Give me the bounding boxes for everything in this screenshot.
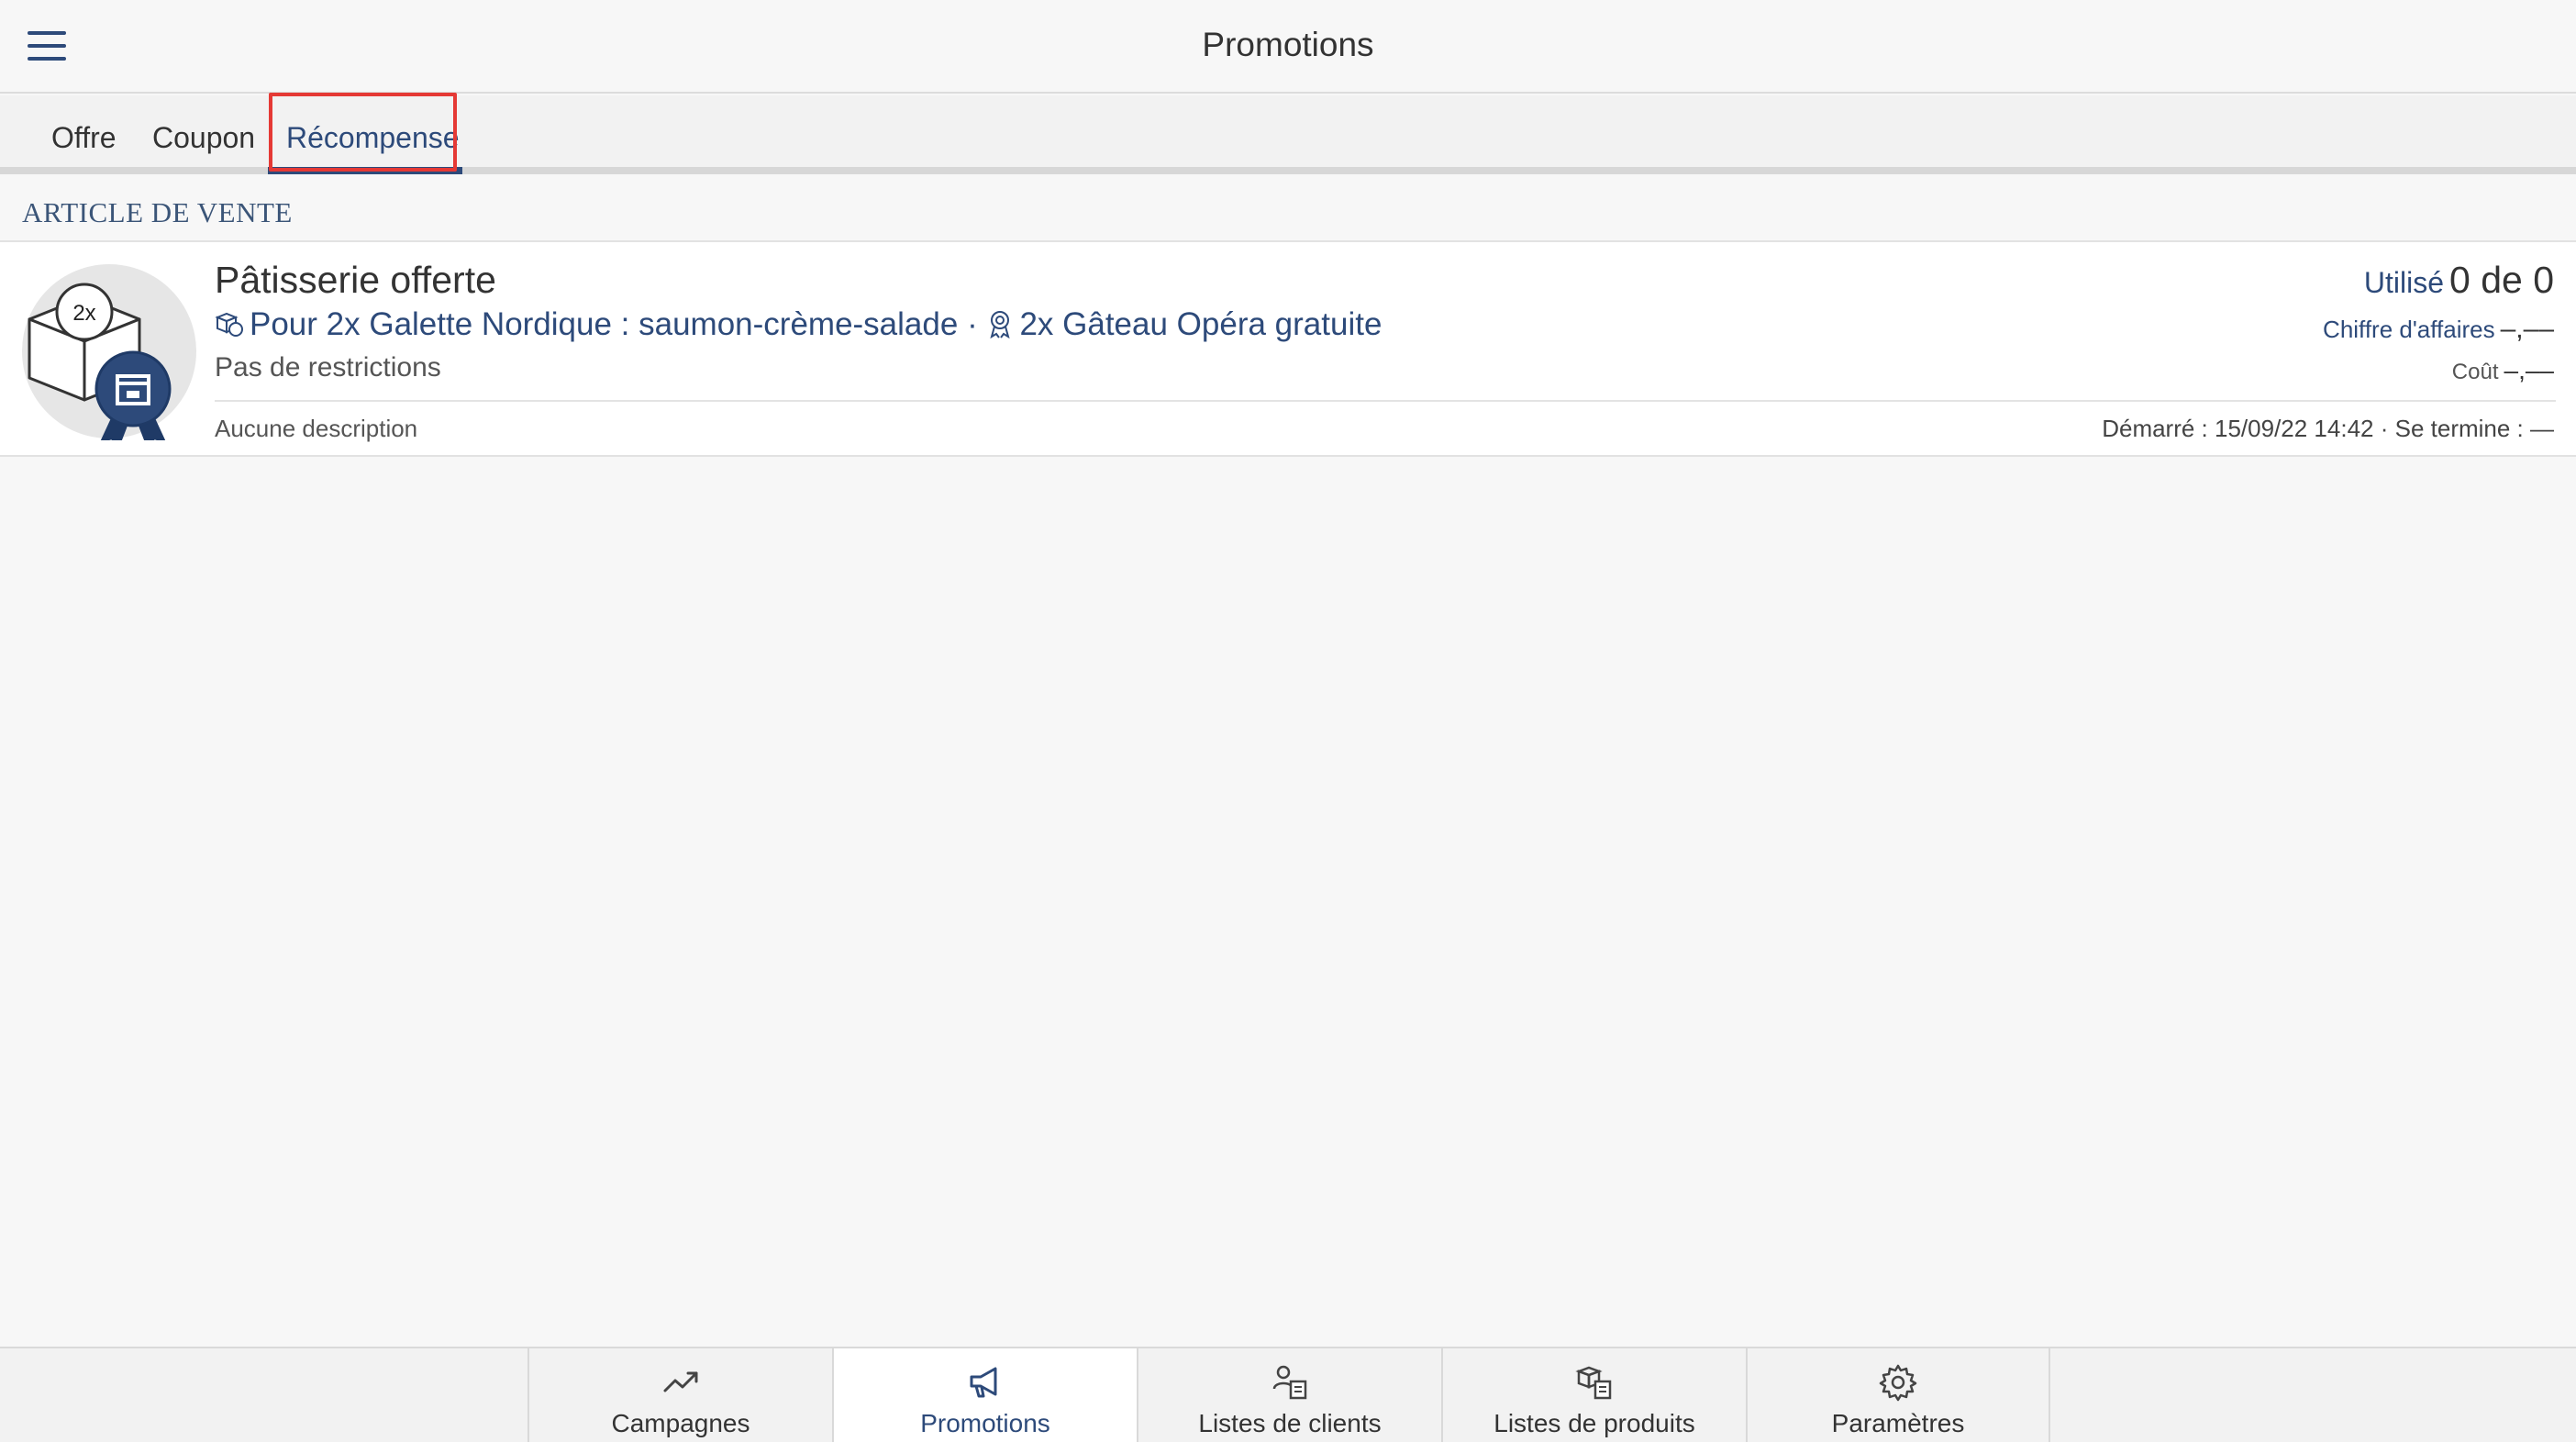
section-header: ARTICLE DE VENTE: [22, 196, 293, 228]
trend-up-icon: [663, 1371, 698, 1392]
usage-stat: Utilisé 0 de 0: [2364, 259, 2554, 302]
page-title: Promotions: [1202, 26, 1374, 63]
dates-text: Démarré : 15/09/22 14:42 · Se termine : …: [2102, 415, 2554, 442]
nav-campagnes[interactable]: Campagnes: [527, 1348, 832, 1442]
tab-coupon[interactable]: Coupon: [136, 95, 272, 174]
product-list-icon: [1575, 1366, 1612, 1400]
tab-offre[interactable]: Offre: [35, 95, 133, 174]
nav-listes-produits[interactable]: Listes de produits: [1441, 1348, 1746, 1442]
used-label: Utilisé: [2363, 266, 2444, 299]
cost-label: Coût: [2451, 360, 2499, 384]
megaphone-icon: [970, 1367, 997, 1398]
reward-box-icon: 2x: [22, 264, 196, 440]
condition-text: Pour 2x Galette Nordique : saumon-crème-…: [250, 306, 959, 342]
highlight-box: [269, 93, 457, 172]
nav-label-listes-produits: Listes de produits: [1493, 1409, 1695, 1437]
revenue-value: –,––: [2500, 314, 2554, 344]
reward-text: 2x Gâteau Opéra gratuite: [1019, 306, 1382, 342]
customer-list-icon: [1272, 1365, 1307, 1400]
nav-label-listes-clients: Listes de clients: [1198, 1409, 1382, 1437]
nav-label-promotions: Promotions: [920, 1409, 1050, 1437]
nav-label-campagnes: Campagnes: [611, 1409, 750, 1437]
gear-icon: [1879, 1364, 1917, 1402]
reward-ribbon-icon: [990, 311, 1011, 338]
cost-stat: Coût –,––: [2452, 356, 2554, 385]
products-icon: [215, 312, 243, 337]
restrictions-text: Pas de restrictions: [215, 352, 441, 383]
promotion-card[interactable]: 2x Pâtisserie offerte Pour 2x Galette No…: [0, 240, 2576, 457]
revenue-label: Chiffre d'affaires: [2323, 316, 2495, 343]
nav-label-parametres: Paramètres: [1831, 1409, 1965, 1437]
promotion-details: Pour 2x Galette Nordique : saumon-crème-…: [215, 306, 1382, 343]
nav-promotions[interactable]: Promotions: [832, 1348, 1137, 1442]
nav-parametres[interactable]: Paramètres: [1746, 1348, 2050, 1442]
bottom-nav: Campagnes Promotions Listes de clients L…: [0, 1347, 2576, 1442]
thumb-badge-text: 2x: [72, 301, 95, 326]
used-value: 0 de 0: [2449, 259, 2554, 301]
card-divider: [215, 400, 2556, 402]
nav-listes-clients[interactable]: Listes de clients: [1137, 1348, 1441, 1442]
top-bar: Promotions: [0, 0, 2576, 94]
cost-value: –,––: [2504, 356, 2555, 384]
promotion-title: Pâtisserie offerte: [215, 259, 496, 301]
description-text: Aucune description: [215, 415, 418, 442]
separator: ·: [967, 306, 978, 342]
revenue-stat: Chiffre d'affaires –,––: [2323, 314, 2554, 345]
